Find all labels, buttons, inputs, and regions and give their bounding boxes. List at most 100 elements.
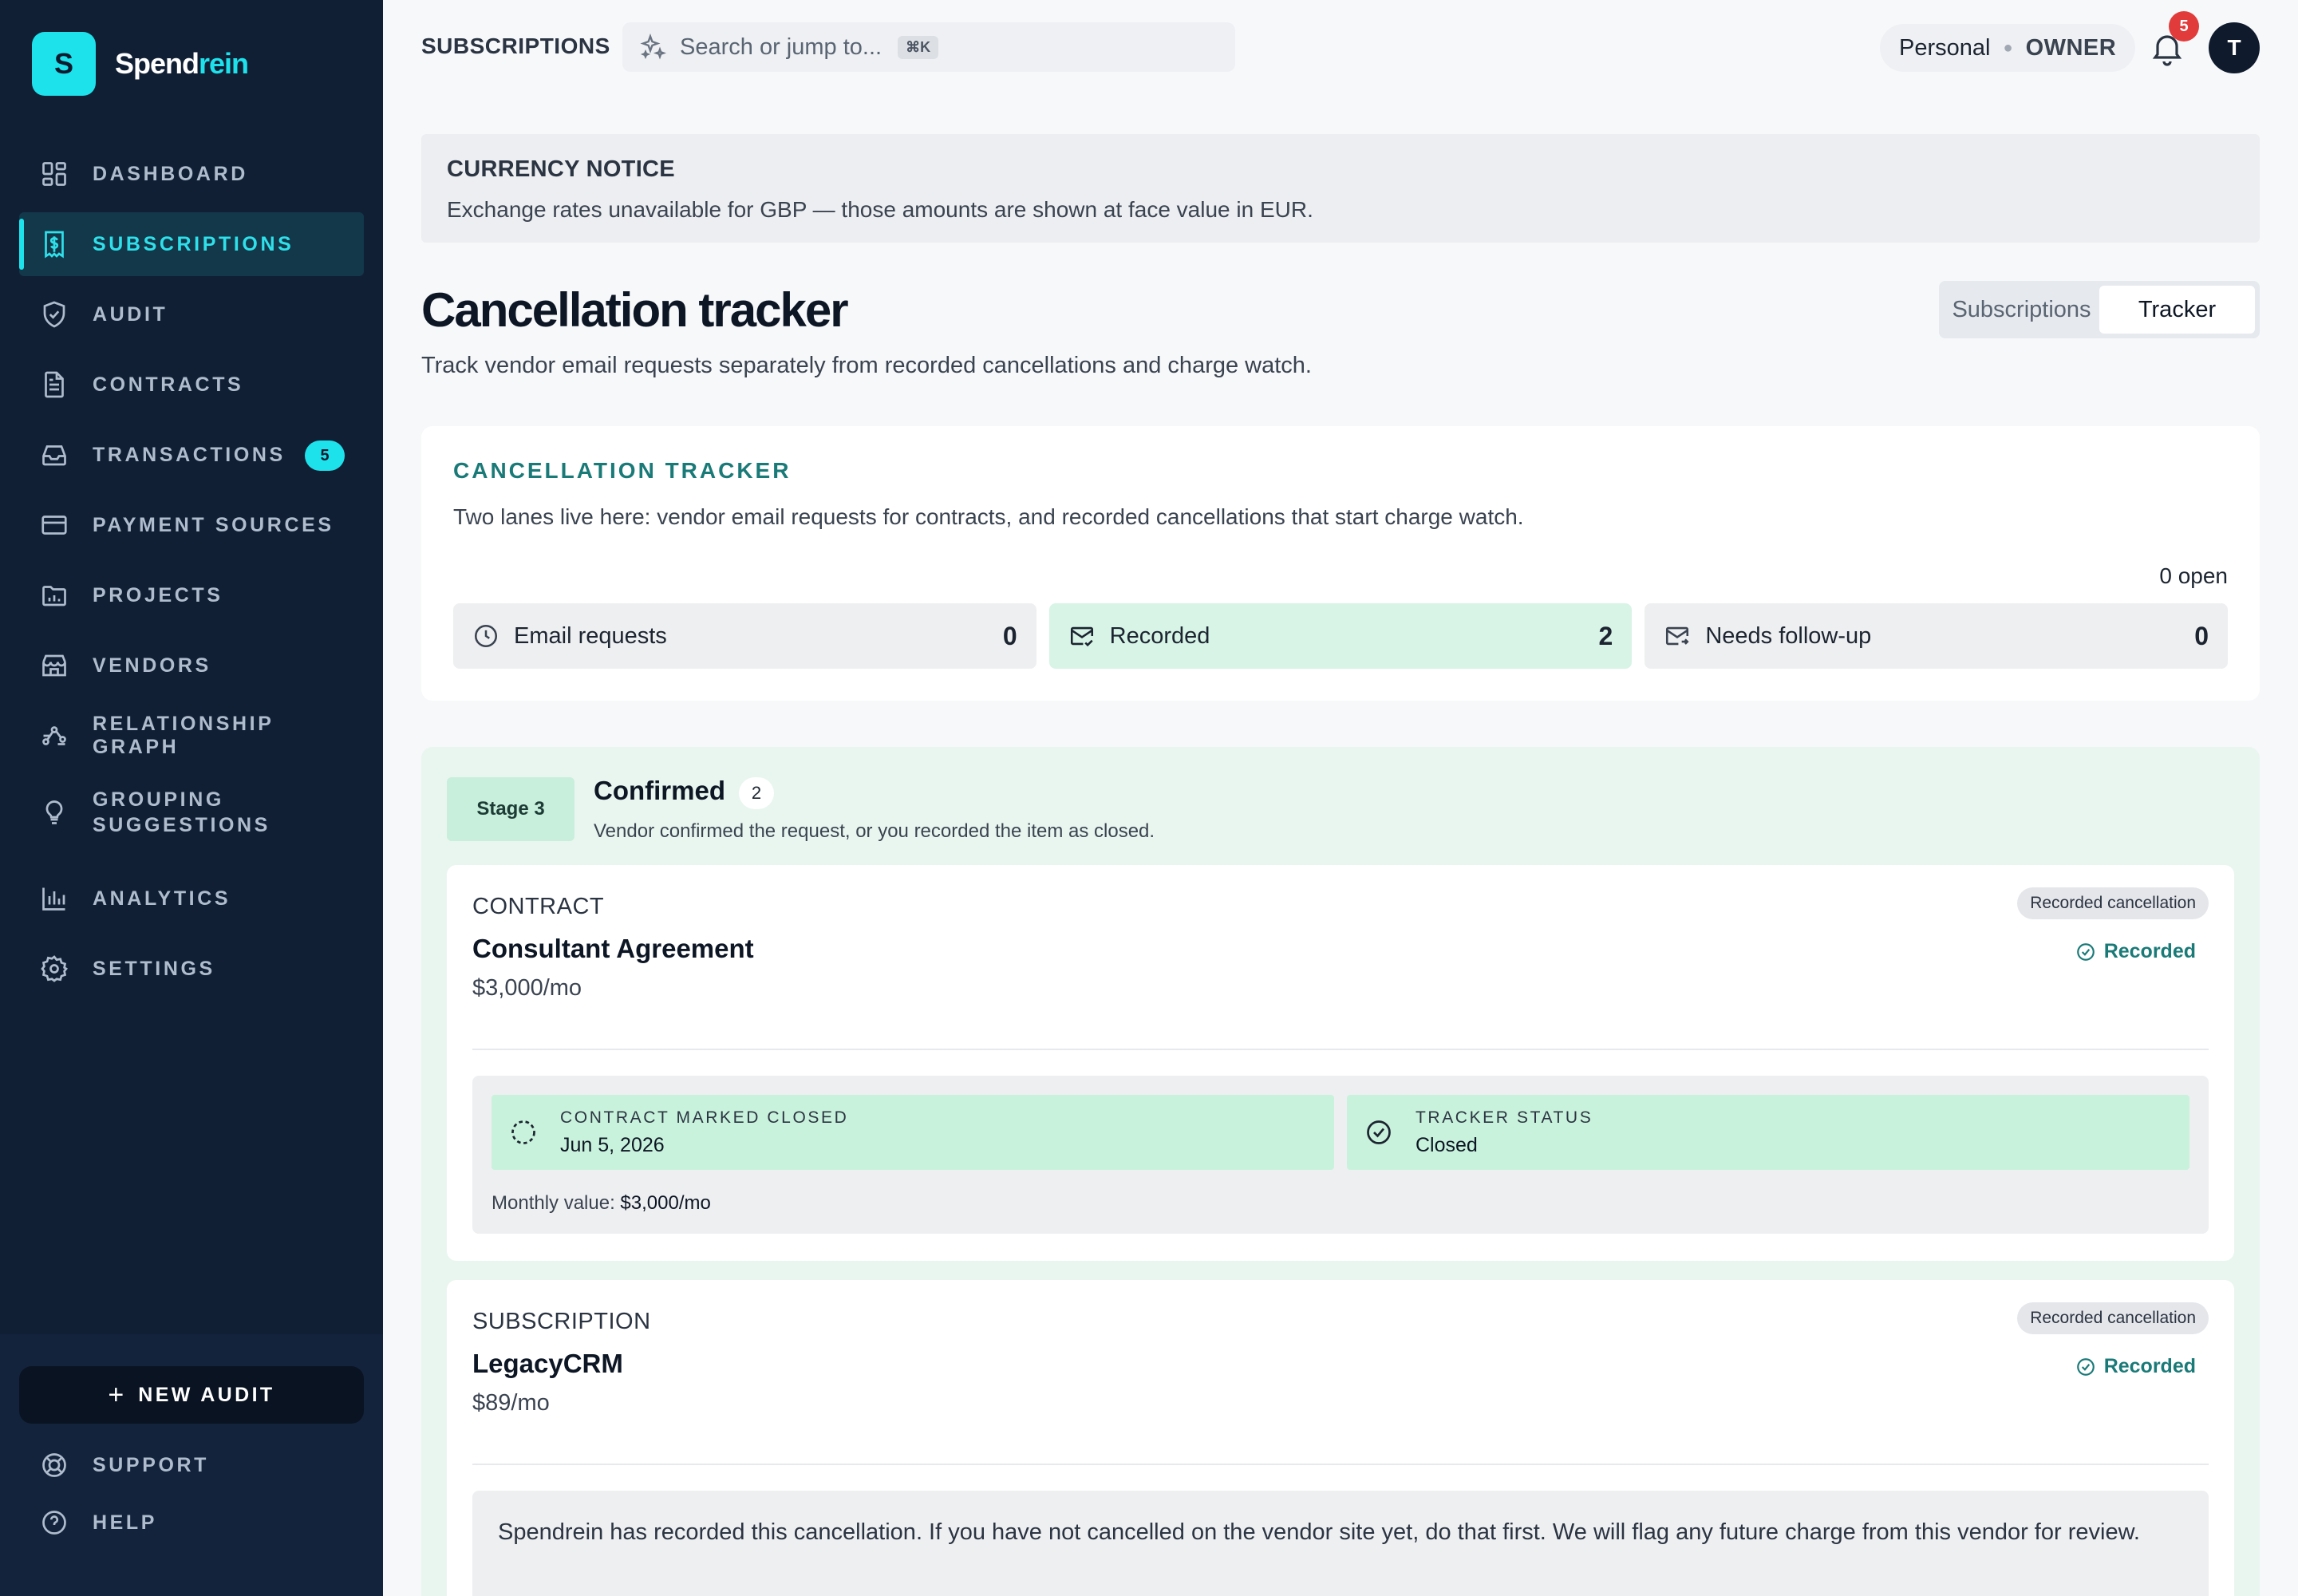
- detail-value: Jun 5, 2026: [560, 1133, 665, 1156]
- inbox-icon: [38, 439, 70, 471]
- sidebar-item-transactions[interactable]: TRANSACTIONS 5: [19, 423, 364, 487]
- sidebar-item-label: SETTINGS: [93, 957, 215, 980]
- notice-title: CURRENCY NOTICE: [447, 156, 675, 182]
- detail-label: TRACKER STATUS: [1416, 1108, 1593, 1127]
- sidebar-footer: + NEW AUDIT SUPPORT HELP: [0, 1334, 383, 1596]
- sidebar-item-settings[interactable]: SETTINGS: [19, 937, 364, 1001]
- document-icon: [38, 369, 70, 401]
- brand-logo: S: [32, 32, 96, 96]
- stat-label: Recorded: [1109, 622, 1210, 649]
- detail-tracker-status: TRACKER STATUS Closed: [1347, 1095, 2189, 1170]
- help-label: HELP: [93, 1511, 158, 1534]
- sidebar-item-dashboard[interactable]: DASHBOARD: [19, 142, 364, 206]
- item-price: $3,000/mo: [472, 975, 582, 1001]
- check-circle-icon: [1367, 1120, 1391, 1144]
- item-details: CONTRACT MARKED CLOSED Jun 5, 2026 TRACK…: [472, 1076, 2209, 1234]
- stage-confirmed: Stage 3 Confirmed 2 Vendor confirmed the…: [421, 747, 2260, 1596]
- detail-value: Closed: [1416, 1133, 1478, 1156]
- stat-recorded[interactable]: Recorded 2: [1048, 603, 1633, 669]
- item-type: SUBSCRIPTION: [472, 1309, 651, 1334]
- topbar: SUBSCRIPTIONS Search or jump to... ⌘K Pe…: [383, 0, 2298, 96]
- tab-tracker[interactable]: Tracker: [2099, 286, 2255, 334]
- workspace-name: Personal: [1899, 34, 1991, 61]
- notice-text: Exchange rates unavailable for GBP — tho…: [447, 197, 1313, 222]
- stat-value: 0: [1002, 621, 1017, 650]
- sidebar-item-contracts[interactable]: CONTRACTS: [19, 353, 364, 417]
- sidebar-item-audit[interactable]: AUDIT: [19, 282, 364, 346]
- tracker-item[interactable]: CONTRACT Consultant Agreement $3,000/mo …: [447, 865, 2234, 1261]
- search-input[interactable]: Search or jump to... ⌘K: [622, 22, 1235, 72]
- sidebar-item-payment-sources[interactable]: PAYMENT SOURCES: [19, 493, 364, 557]
- sidebar-item-label: RELATIONSHIP GRAPH: [93, 713, 274, 758]
- new-audit-button[interactable]: + NEW AUDIT: [19, 1366, 364, 1424]
- sidebar: S Spendrein DASHBOARD SUBSCRIPTIONS AUDI…: [0, 0, 383, 1596]
- sidebar-item-grouping-suggestions[interactable]: GROUPING SUGGESTIONS: [19, 774, 364, 851]
- stat-value: 0: [2194, 621, 2209, 650]
- item-name: LegacyCRM: [472, 1349, 623, 1378]
- sidebar-item-subscriptions[interactable]: SUBSCRIPTIONS: [19, 212, 364, 276]
- folder-chart-icon: [38, 579, 70, 611]
- lightbulb-icon: [38, 796, 70, 828]
- status-badge: Recorded cancellation: [2017, 887, 2209, 919]
- sidebar-item-label: ANALYTICS: [93, 887, 231, 910]
- stage-name: Confirmed: [594, 776, 725, 805]
- separator-dot: ●: [2003, 38, 2013, 57]
- help-circle-icon: [38, 1507, 70, 1539]
- receipt-dollar-icon: [38, 228, 70, 260]
- stage-description: Vendor confirmed the request, or you rec…: [594, 820, 1155, 842]
- stat-email-requests[interactable]: Email requests 0: [453, 603, 1036, 669]
- detail-contract-marked-closed: CONTRACT MARKED CLOSED Jun 5, 2026: [492, 1095, 1334, 1170]
- avatar[interactable]: T: [2209, 22, 2260, 73]
- recorded-state: Recorded: [2075, 940, 2196, 963]
- sidebar-item-label: AUDIT: [93, 302, 168, 326]
- transactions-count-badge: 5: [305, 440, 345, 471]
- search-shortcut: ⌘K: [898, 35, 939, 59]
- monthly-value: Monthly value: $3,000/mo: [492, 1192, 711, 1214]
- sparkle-icon: [640, 33, 667, 60]
- cancellation-tracker-card: CANCELLATION TRACKER Two lanes live here…: [421, 426, 2260, 701]
- detail-label: CONTRACT MARKED CLOSED: [560, 1108, 849, 1127]
- sidebar-item-projects[interactable]: PROJECTS: [19, 563, 364, 627]
- sidebar-item-label: SUBSCRIPTIONS: [93, 232, 294, 255]
- sidebar-item-label: DASHBOARD: [93, 162, 248, 185]
- recorded-state: Recorded: [2075, 1355, 2196, 1378]
- help-link[interactable]: HELP: [38, 1507, 157, 1539]
- status-badge: Recorded cancellation: [2017, 1302, 2209, 1334]
- tracker-title: CANCELLATION TRACKER: [453, 458, 792, 483]
- tab-subscriptions[interactable]: Subscriptions: [1944, 286, 2099, 334]
- plus-icon: +: [108, 1379, 124, 1410]
- stat-label: Email requests: [514, 622, 667, 649]
- sidebar-item-label: PAYMENT SOURCES: [93, 513, 334, 536]
- notification-count-badge: 5: [2169, 11, 2199, 41]
- item-price: $89/mo: [472, 1390, 550, 1416]
- stat-needs-follow-up[interactable]: Needs follow-up 0: [1645, 603, 2229, 669]
- workspace-role: OWNER: [2025, 34, 2117, 61]
- support-link[interactable]: SUPPORT: [38, 1449, 209, 1481]
- sidebar-item-label: GROUPING SUGGESTIONS: [93, 788, 270, 836]
- stat-value: 2: [1598, 621, 1613, 650]
- sidebar-item-analytics[interactable]: ANALYTICS: [19, 867, 364, 930]
- new-audit-label: NEW AUDIT: [138, 1383, 275, 1406]
- sidebar-nav: DASHBOARD SUBSCRIPTIONS AUDIT CONTRACTS …: [19, 142, 364, 1007]
- credit-card-icon: [38, 509, 70, 541]
- sidebar-item-label: PROJECTS: [93, 583, 223, 606]
- tracker-item[interactable]: SUBSCRIPTION LegacyCRM $89/mo Recorded c…: [447, 1280, 2234, 1596]
- clock-icon: [474, 624, 498, 648]
- view-toggle: Subscriptions Tracker: [1939, 281, 2260, 338]
- dashed-circle-icon: [511, 1120, 535, 1144]
- page-subtitle: Track vendor email requests separately f…: [421, 353, 1312, 378]
- lifebuoy-icon: [38, 1449, 70, 1481]
- brand[interactable]: S Spendrein: [32, 32, 249, 96]
- stage-pill: Stage 3: [447, 777, 574, 841]
- sidebar-item-vendors[interactable]: VENDORS: [19, 634, 364, 697]
- sidebar-item-relationship-graph[interactable]: RELATIONSHIP GRAPH: [19, 704, 364, 768]
- sidebar-item-label: VENDORS: [93, 654, 211, 677]
- graph-icon: [38, 720, 70, 752]
- open-count: 0 open: [2159, 563, 2228, 588]
- workspace-switcher[interactable]: Personal ● OWNER: [1880, 24, 2136, 72]
- brand-name: Spendrein: [115, 47, 249, 80]
- item-type: CONTRACT: [472, 894, 605, 919]
- mail-icon: [1666, 626, 1689, 646]
- cancellation-note: Spendrein has recorded this cancellation…: [472, 1491, 2209, 1596]
- mail-check-icon: [1070, 626, 1093, 647]
